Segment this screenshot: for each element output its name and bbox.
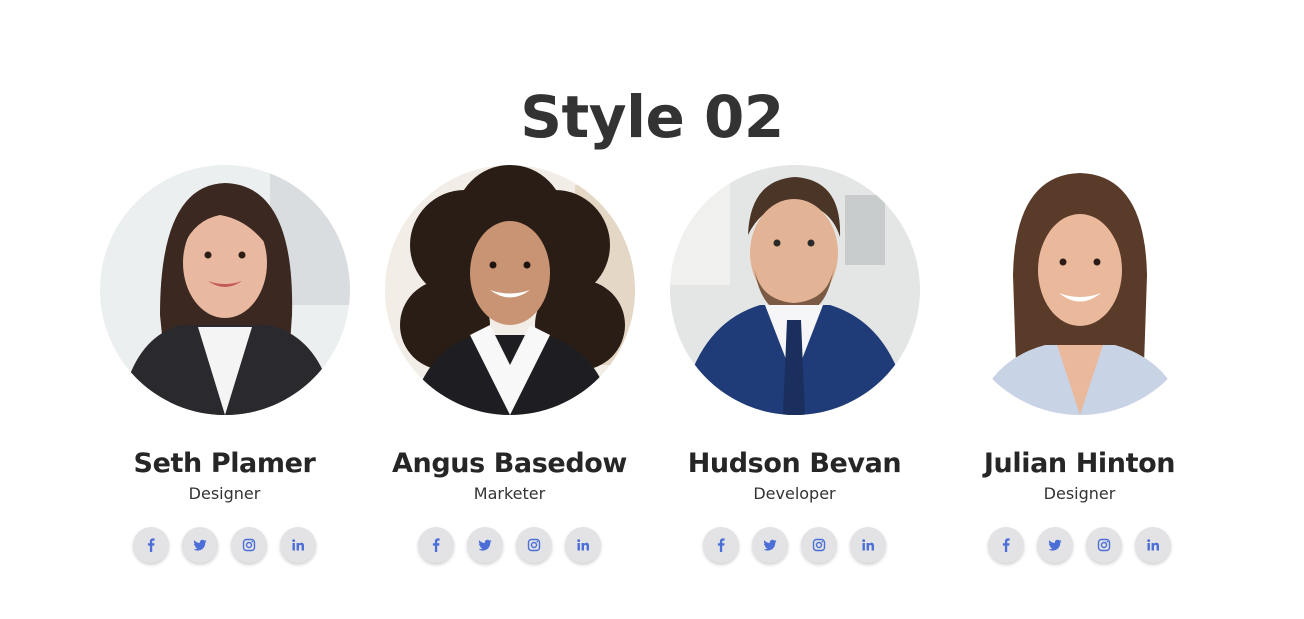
linkedin-icon	[577, 539, 589, 551]
facebook-button[interactable]	[703, 527, 739, 563]
facebook-button[interactable]	[418, 527, 454, 563]
facebook-icon	[432, 538, 440, 552]
facebook-icon	[147, 538, 155, 552]
twitter-button[interactable]	[467, 527, 503, 563]
instagram-icon	[527, 538, 541, 552]
team-member-card: Hudson Bevan Developer	[652, 165, 937, 563]
twitter-icon	[478, 539, 492, 551]
twitter-button[interactable]	[182, 527, 218, 563]
instagram-button[interactable]	[801, 527, 837, 563]
twitter-icon	[193, 539, 207, 551]
page-title: Style 02	[520, 82, 784, 151]
instagram-button[interactable]	[1086, 527, 1122, 563]
social-links	[703, 527, 886, 563]
member-role: Designer	[188, 484, 261, 503]
social-links	[418, 527, 601, 563]
linkedin-button[interactable]	[565, 527, 601, 563]
facebook-icon	[1002, 538, 1010, 552]
instagram-button[interactable]	[516, 527, 552, 563]
member-photo	[669, 165, 920, 415]
facebook-icon	[717, 538, 725, 552]
member-role: Marketer	[473, 484, 546, 503]
member-photo	[384, 165, 635, 415]
member-photo	[99, 165, 350, 415]
social-links	[988, 527, 1171, 563]
team-list: Seth Plamer Designer Angus Basedow Marke…	[82, 165, 1222, 563]
portrait-image	[99, 165, 350, 415]
linkedin-icon	[1147, 539, 1159, 551]
twitter-icon	[763, 539, 777, 551]
member-name: Julian Hinton	[983, 448, 1176, 479]
member-photo	[954, 165, 1205, 415]
twitter-icon	[1048, 539, 1062, 551]
linkedin-button[interactable]	[850, 527, 886, 563]
instagram-icon	[812, 538, 826, 552]
instagram-button[interactable]	[231, 527, 267, 563]
linkedin-button[interactable]	[1135, 527, 1171, 563]
facebook-button[interactable]	[133, 527, 169, 563]
member-name: Angus Basedow	[392, 448, 627, 479]
portrait-image	[669, 165, 920, 415]
team-member-card: Angus Basedow Marketer	[367, 165, 652, 563]
team-member-card: Julian Hinton Designer	[937, 165, 1222, 563]
member-role: Designer	[1043, 484, 1116, 503]
twitter-button[interactable]	[752, 527, 788, 563]
portrait-image	[384, 165, 635, 415]
linkedin-button[interactable]	[280, 527, 316, 563]
team-member-card: Seth Plamer Designer	[82, 165, 367, 563]
member-name: Seth Plamer	[133, 448, 316, 479]
facebook-button[interactable]	[988, 527, 1024, 563]
linkedin-icon	[292, 539, 304, 551]
instagram-icon	[1097, 538, 1111, 552]
instagram-icon	[242, 538, 256, 552]
member-name: Hudson Bevan	[687, 448, 902, 479]
twitter-button[interactable]	[1037, 527, 1073, 563]
linkedin-icon	[862, 539, 874, 551]
member-role: Developer	[753, 484, 836, 503]
social-links	[133, 527, 316, 563]
portrait-image	[954, 165, 1205, 415]
